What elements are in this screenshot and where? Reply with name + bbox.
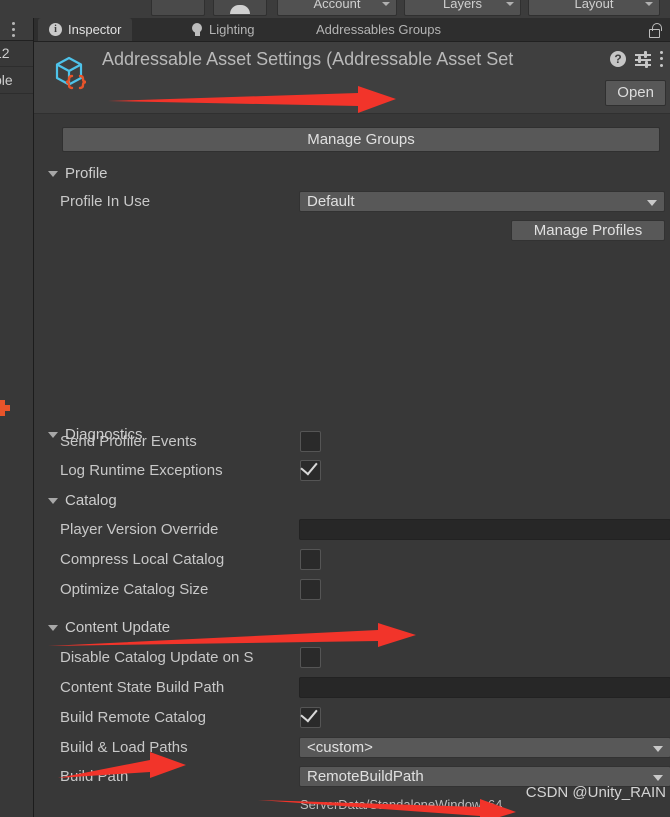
section-title-catalog: Catalog <box>65 492 117 509</box>
chevron-down-icon <box>653 775 663 781</box>
section-title-profile: Profile <box>65 165 108 182</box>
lightbulb-icon <box>191 23 203 36</box>
label-send-profiler-events: Send Profiler Events <box>60 433 197 450</box>
toolbar-layers-button[interactable]: Layers <box>404 0 521 16</box>
chevron-down-icon <box>48 497 58 504</box>
section-title-content-update: Content Update <box>65 619 171 636</box>
check-icon <box>300 704 318 723</box>
label-compress-local-catalog: Compress Local Catalog <box>60 551 225 568</box>
left-panel-tabbar <box>0 18 33 41</box>
inspector-body: Manage Groups Profile Profile In Use Def… <box>34 114 670 817</box>
manage-profiles-button[interactable]: Manage Profiles <box>511 220 665 241</box>
label-content-state-build-path: Content State Build Path <box>60 679 225 696</box>
content-state-build-path-input[interactable] <box>299 677 670 698</box>
chevron-down-icon <box>647 200 657 206</box>
toolbar-layout-label: Layout <box>574 0 614 11</box>
addressable-asset-settings-icon <box>48 51 92 95</box>
build-and-load-paths-dropdown[interactable]: <custom> <box>299 737 670 758</box>
label-build-remote-catalog: Build Remote Catalog <box>60 709 206 726</box>
inspector-tabbar: i Inspector Lighting Addressables Groups <box>34 18 670 42</box>
tab-addressables-groups-label: Addressables Groups <box>316 22 442 37</box>
header-icon-group: ? <box>610 51 664 68</box>
section-header-profile[interactable]: Profile <box>48 165 108 182</box>
manage-groups-button[interactable]: Manage Groups <box>62 127 660 152</box>
unity-top-toolbar: Account Layers Layout <box>0 0 670 19</box>
compress-local-catalog-checkbox[interactable] <box>300 549 321 570</box>
label-profile-in-use: Profile In Use <box>60 193 151 210</box>
chevron-down-icon <box>506 2 514 6</box>
toolbar-cloud-button[interactable] <box>213 0 267 16</box>
kebab-menu-icon[interactable] <box>660 51 664 67</box>
build-remote-catalog-checkbox[interactable] <box>300 704 321 728</box>
preset-settings-icon[interactable] <box>635 51 651 68</box>
label-disable-catalog-update-on-startup: Disable Catalog Update on S <box>60 649 254 666</box>
chevron-down-icon <box>653 746 663 752</box>
toolbar-layers-label: Layers <box>442 0 483 11</box>
chevron-down-icon <box>48 170 58 177</box>
toolbar-account-button[interactable]: Account <box>277 0 397 16</box>
inspector-window: i Inspector Lighting Addressables Groups <box>34 18 670 817</box>
section-header-content-update[interactable]: Content Update <box>48 619 170 636</box>
section-header-catalog[interactable]: Catalog <box>48 492 117 509</box>
player-version-override-input[interactable] <box>299 519 670 540</box>
plus-icon <box>0 400 10 416</box>
chevron-down-icon <box>48 431 58 438</box>
open-button[interactable]: Open <box>605 80 666 106</box>
kebab-menu-icon[interactable] <box>12 22 15 37</box>
label-build-and-load-paths: Build & Load Paths <box>60 739 188 756</box>
chevron-down-icon <box>645 2 653 6</box>
left-panel-row-1[interactable]: 12 <box>0 40 33 67</box>
left-panel-sliver: 12 ble <box>0 18 34 817</box>
toolbar-account-label: Account <box>313 0 361 11</box>
build-path-value: RemoteBuildPath <box>307 768 424 785</box>
left-panel-row-2-label: ble <box>0 72 13 88</box>
tab-inspector-label: Inspector <box>68 22 122 37</box>
chevron-down-icon <box>48 624 58 631</box>
send-profiler-events-checkbox[interactable] <box>300 431 321 452</box>
unity-editor-screenshot: Account Layers Layout 12 ble i <box>0 0 670 817</box>
toolbar-undo-button[interactable] <box>151 0 205 16</box>
chevron-down-icon <box>382 2 390 6</box>
inspector-object-header: Addressable Asset Settings (Addressable … <box>34 42 670 114</box>
label-log-runtime-exceptions: Log Runtime Exceptions <box>60 462 223 479</box>
check-icon <box>300 457 318 476</box>
toolbar-layout-button[interactable]: Layout <box>528 0 660 16</box>
page-title: Addressable Asset Settings (Addressable … <box>102 49 514 69</box>
left-panel-row-1-label: 12 <box>0 45 10 61</box>
label-player-version-override: Player Version Override <box>60 521 219 538</box>
tab-lighting-label: Lighting <box>209 22 255 37</box>
profile-in-use-dropdown[interactable]: Default <box>299 191 665 212</box>
disable-catalog-update-checkbox[interactable] <box>300 647 321 668</box>
watermark: CSDN @Unity_RAIN <box>525 784 666 801</box>
cloud-icon <box>230 5 250 14</box>
build-path-preview-text: ServerData/StandaloneWindows64 <box>300 797 503 812</box>
info-icon: i <box>49 23 62 36</box>
label-build-path: Build Path <box>60 768 129 785</box>
profile-in-use-value: Default <box>307 193 355 210</box>
build-and-load-paths-value: <custom> <box>307 739 373 756</box>
tab-inspector[interactable]: i Inspector <box>38 18 133 41</box>
label-optimize-catalog-size: Optimize Catalog Size <box>60 581 209 598</box>
left-panel-row-2[interactable]: ble <box>0 67 33 94</box>
lock-icon[interactable] <box>649 23 662 38</box>
help-icon[interactable]: ? <box>610 51 626 67</box>
log-runtime-exceptions-checkbox[interactable] <box>300 457 321 481</box>
tab-addressables-groups[interactable]: Addressables Groups <box>305 18 452 41</box>
tab-lighting[interactable]: Lighting <box>180 18 266 41</box>
left-panel-row-3[interactable] <box>0 94 33 120</box>
optimize-catalog-size-checkbox[interactable] <box>300 579 321 600</box>
